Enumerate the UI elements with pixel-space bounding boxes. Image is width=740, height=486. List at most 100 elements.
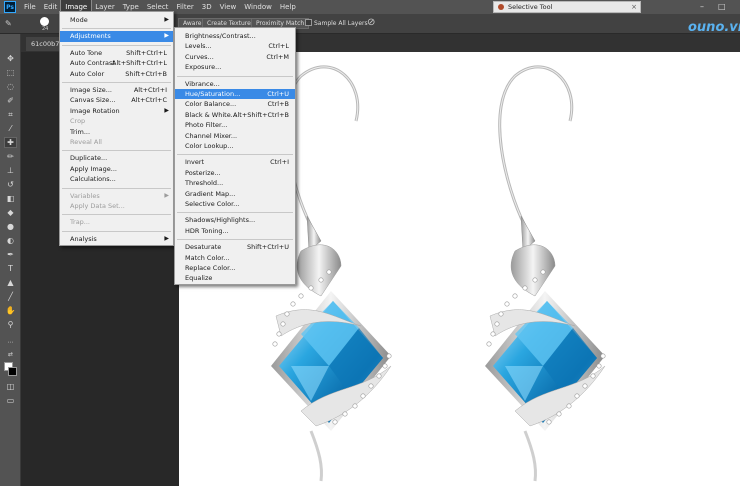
crop-icon[interactable]: ⌗ (5, 110, 16, 119)
menu-item-label: Threshold... (185, 179, 224, 188)
menu-item-shortcut: Ctrl+M (266, 52, 289, 61)
eyedropper-icon[interactable]: ⁄ (5, 124, 16, 133)
adjustments-item-replace-color[interactable]: Replace Color... (175, 263, 295, 273)
menu-item-shortcut: Shift+Ctrl+L (126, 48, 167, 57)
menu-item-label: Auto Contrast (70, 59, 115, 68)
maximize-icon[interactable]: □ (718, 2, 726, 11)
menu-item-shortcut: Alt+Ctrl+C (131, 96, 167, 105)
adjustments-item-threshold[interactable]: Threshold... (175, 178, 295, 188)
image-menu-item-image-rotation[interactable]: Image Rotation ▶ (60, 106, 173, 116)
menu-item-label: Curves... (185, 52, 214, 61)
clone-stamp-icon[interactable]: ⊥ (5, 166, 16, 175)
menu-3d[interactable]: 3D (198, 0, 216, 14)
adjustments-submenu: Brightness/Contrast... Levels... Ctrl+L Cur… (174, 27, 296, 285)
screen-mode-icon[interactable]: ▭ (5, 396, 16, 405)
adjustments-item-gradient-map[interactable]: Gradient Map... (175, 189, 295, 199)
menu-item-label: Canvas Size... (70, 96, 116, 105)
menu-separator (62, 187, 171, 189)
image-menu-item-auto-contrast[interactable]: Auto Contrast Alt+Shift+Ctrl+L (60, 58, 173, 68)
dodge-icon[interactable]: ◐ (5, 236, 16, 245)
path-select-icon[interactable]: ▲ (5, 278, 16, 287)
selective-tool-label: Selective Tool (508, 3, 553, 11)
adjustments-item-color-lookup[interactable]: Color Lookup... (175, 141, 295, 151)
menu-item-shortcut: Shift+Ctrl+B (125, 69, 167, 78)
submenu-arrow-icon: ▶ (164, 106, 169, 114)
move-icon[interactable]: ✥ (5, 54, 16, 63)
image-menu-item-mode[interactable]: Mode ▶ (60, 15, 173, 25)
quick-select-icon[interactable]: ✐ (5, 96, 16, 105)
line-icon[interactable]: ╱ (5, 292, 16, 301)
adjustments-item-desaturate[interactable]: Desaturate Shift+Ctrl+U (175, 242, 295, 252)
eraser-icon[interactable]: ◧ (5, 194, 16, 203)
adjustments-item-shadows-highlights[interactable]: Shadows/Highlights... (175, 215, 295, 225)
brush-preview-icon[interactable] (40, 17, 49, 26)
adjustments-item-brightness-contrast[interactable]: Brightness/Contrast... (175, 31, 295, 41)
type-icon[interactable]: T (5, 264, 16, 273)
adjustments-item-photo-filter[interactable]: Photo Filter... (175, 120, 295, 130)
adjustments-item-selective-color[interactable]: Selective Color... (175, 199, 295, 209)
sample-all-layers-checkbox[interactable] (305, 19, 312, 26)
menu-window[interactable]: Window (240, 0, 276, 14)
menu-item-label: Calculations... (70, 175, 116, 184)
menu-item-label: Channel Mixer... (185, 131, 238, 140)
menu-file[interactable]: File (20, 0, 40, 14)
menu-filter[interactable]: Filter (172, 0, 197, 14)
quick-mask-icon[interactable]: ◫ (5, 382, 16, 391)
image-menu-item-duplicate[interactable]: Duplicate... (60, 153, 173, 163)
adjustments-item-curves[interactable]: Curves... Ctrl+M (175, 52, 295, 62)
menu-help[interactable]: Help (276, 0, 300, 14)
zoom-icon[interactable]: ⚲ (5, 320, 16, 329)
adjustments-item-color-balance[interactable]: Color Balance... Ctrl+B (175, 99, 295, 109)
menu-view[interactable]: View (216, 0, 241, 14)
adjustments-item-posterize[interactable]: Posterize... (175, 168, 295, 178)
swap-colors-icon[interactable]: ⇄ (5, 350, 16, 359)
adjustments-item-hue-saturation[interactable]: Hue/Saturation... Ctrl+U (175, 89, 295, 100)
brand-watermark: ouno.vn (688, 20, 740, 35)
paint-bucket-icon[interactable]: ◆ (5, 208, 16, 217)
menu-item-label: Color Balance... (185, 100, 237, 109)
lasso-icon[interactable]: ◌ (5, 82, 16, 91)
menu-item-shortcut: Ctrl+L (268, 42, 289, 51)
menu-item-label: Duplicate... (70, 154, 108, 163)
menu-item-label: Vibrance... (185, 79, 220, 88)
diffusion-icon[interactable]: ⊘ (367, 17, 375, 28)
image-menu-item-calculations[interactable]: Calculations... (60, 174, 173, 184)
history-brush-icon[interactable]: ↺ (5, 180, 16, 189)
minimize-icon[interactable]: – (700, 2, 704, 11)
menu-separator (62, 214, 171, 216)
adjustments-item-vibrance[interactable]: Vibrance... (175, 79, 295, 89)
adjustments-item-black-white[interactable]: Black & White... Alt+Shift+Ctrl+B (175, 110, 295, 120)
close-icon[interactable]: × (631, 3, 637, 11)
image-menu-item-variables: Variables ▶ (60, 191, 173, 201)
pen-icon[interactable]: ✒ (5, 250, 16, 259)
image-menu-item-apply-data-set: Apply Data Set... (60, 201, 173, 211)
selective-tool-window[interactable]: Selective Tool × (493, 1, 641, 13)
marquee-icon[interactable]: ⬚ (5, 68, 16, 77)
menu-separator (177, 154, 293, 156)
image-menu-item-auto-tone[interactable]: Auto Tone Shift+Ctrl+L (60, 48, 173, 58)
adjustments-item-levels[interactable]: Levels... Ctrl+L (175, 41, 295, 51)
image-menu-item-adjustments[interactable]: Adjustments ▶ (60, 31, 173, 42)
hand-icon[interactable]: ✋ (5, 306, 16, 315)
adjustments-item-match-color[interactable]: Match Color... (175, 253, 295, 263)
image-menu-item-trim[interactable]: Trim... (60, 127, 173, 137)
more-tools-icon[interactable]: ⋯ (5, 338, 16, 347)
adjustments-item-equalize[interactable]: Equalize (175, 273, 295, 283)
background-color-swatch[interactable] (8, 367, 17, 376)
menu-separator (177, 75, 293, 77)
adjustments-item-channel-mixer[interactable]: Channel Mixer... (175, 131, 295, 141)
image-menu-item-analysis[interactable]: Analysis ▶ (60, 234, 173, 244)
image-menu-item-auto-color[interactable]: Auto Color Shift+Ctrl+B (60, 69, 173, 79)
healing-brush-tool-icon[interactable]: ✎ (5, 19, 12, 28)
menu-item-label: Crop (70, 117, 86, 126)
healing-brush-icon[interactable]: ✚ (4, 137, 17, 148)
menu-separator (62, 44, 171, 46)
brush-icon[interactable]: ✏ (5, 152, 16, 161)
adjustments-item-invert[interactable]: Invert Ctrl+I (175, 157, 295, 167)
image-menu-item-apply-image[interactable]: Apply Image... (60, 164, 173, 174)
image-menu-item-canvas-size[interactable]: Canvas Size... Alt+Ctrl+C (60, 95, 173, 105)
blur-icon[interactable]: ● (5, 222, 16, 231)
image-menu-item-image-size[interactable]: Image Size... Alt+Ctrl+I (60, 85, 173, 95)
adjustments-item-hdr-toning[interactable]: HDR Toning... (175, 226, 295, 236)
adjustments-item-exposure[interactable]: Exposure... (175, 62, 295, 72)
